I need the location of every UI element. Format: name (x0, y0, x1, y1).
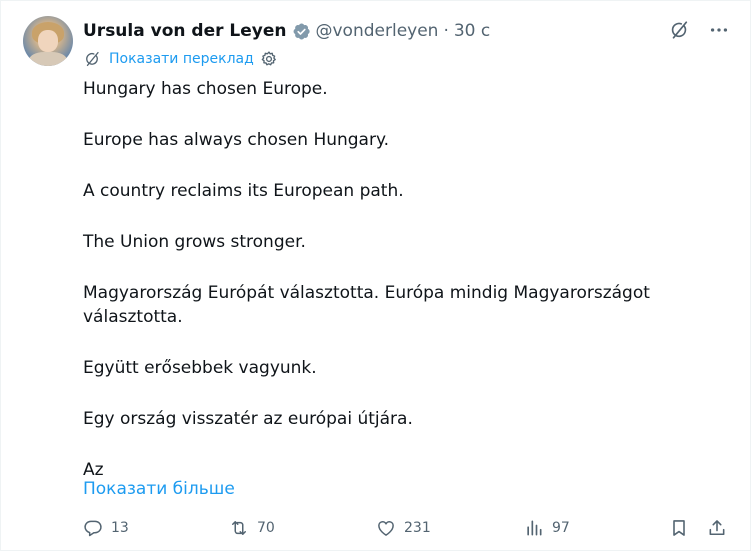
show-more-link[interactable]: Показати більше (83, 477, 235, 501)
tweet-paragraph: Egy ország visszatér az európai útjára. (83, 409, 413, 429)
heart-icon (378, 521, 394, 536)
repost-icon (232, 521, 246, 535)
verified-badge-icon[interactable] (292, 22, 311, 41)
tweet-paragraph: Hungary has chosen Europe. (83, 79, 328, 99)
separator-dot: · (443, 21, 449, 41)
show-translation-link[interactable]: Показати переклад (109, 51, 254, 67)
reply-count: 13 (111, 520, 129, 536)
tweet-paragraph: Együtt erősebbek vagyunk. (83, 358, 317, 378)
tweet-paragraph: Europe has always chosen Hungary. (83, 130, 390, 150)
top-actions (668, 19, 730, 41)
grok-icon[interactable] (668, 19, 690, 41)
more-icon[interactable] (708, 19, 730, 41)
share-icon (709, 520, 725, 536)
views-count: 97 (552, 520, 570, 536)
translate-icon (83, 50, 101, 68)
tweet-card[interactable]: Ursula von der Leyen @vonderleyen · 30 с (0, 0, 751, 551)
bookmark-button[interactable] (669, 515, 689, 541)
repost-button[interactable]: 70 (229, 515, 275, 541)
tweet-paragraph: Magyarország Európát választotta. Európa… (83, 283, 650, 327)
like-count: 231 (404, 520, 431, 536)
action-bar: 13 70 231 97 (83, 515, 730, 541)
repost-count: 70 (257, 520, 275, 536)
gear-icon[interactable] (260, 50, 278, 68)
translate-row: Показати переклад (83, 50, 278, 68)
tweet-paragraph: The Union grows stronger. (83, 232, 306, 252)
reply-button[interactable]: 13 (83, 515, 129, 541)
author-name[interactable]: Ursula von der Leyen (83, 19, 287, 43)
tweet-paragraph: A country reclaims its European path. (83, 181, 404, 201)
tweet-header: Ursula von der Leyen @vonderleyen · 30 с (83, 19, 490, 43)
avatar[interactable] (23, 16, 73, 66)
share-button[interactable] (707, 515, 727, 541)
analytics-icon (527, 520, 542, 536)
views-button[interactable]: 97 (524, 515, 570, 541)
tweet-text: Hungary has chosen Europe. Europe has al… (83, 77, 683, 482)
like-button[interactable]: 231 (376, 515, 431, 541)
bookmark-icon (673, 520, 685, 536)
reply-icon (84, 520, 102, 537)
author-handle[interactable]: @vonderleyen (316, 19, 439, 43)
timestamp[interactable]: 30 с (454, 19, 490, 43)
